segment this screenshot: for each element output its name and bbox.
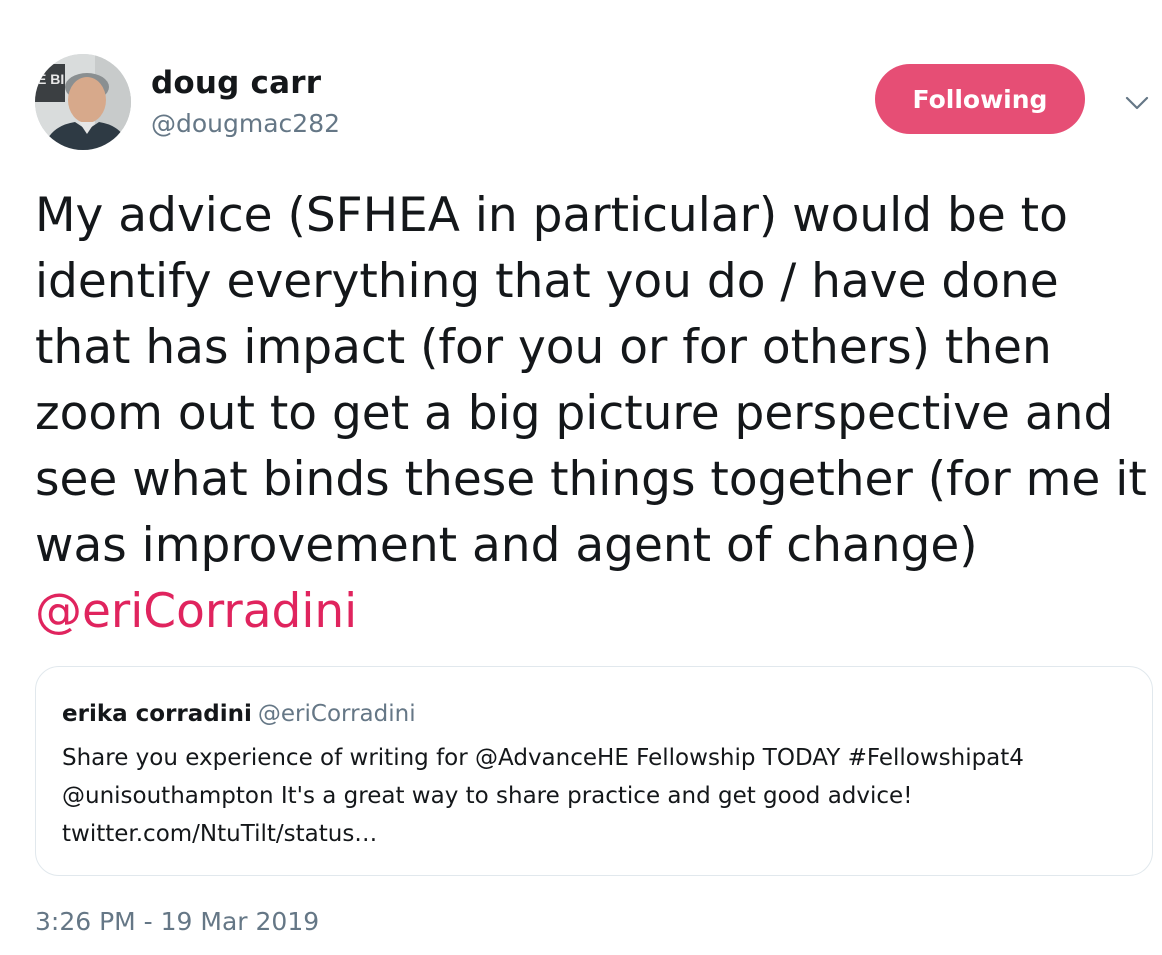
avatar[interactable]: E BI [35, 54, 131, 150]
avatar-sign-text: E BI [37, 71, 64, 87]
quoted-tweet-author-handle: @eriCorradini [257, 701, 416, 727]
quoted-tweet-line: @unisouthampton It's a great way to shar… [62, 783, 913, 809]
tweet-mention-link[interactable]: @eriCorradini [35, 584, 357, 639]
chevron-down-icon[interactable] [1122, 88, 1152, 118]
display-name[interactable]: doug carr [151, 64, 321, 102]
tweet-text: My advice (SFHEA in particular) would be… [35, 183, 1157, 645]
quoted-tweet-text: Share you experience of writing for @Adv… [62, 739, 1132, 853]
quoted-tweet-link: twitter.com/NtuTilt/status… [62, 821, 378, 847]
tweet-body-text: My advice (SFHEA in particular) would be… [35, 188, 1147, 573]
following-button[interactable]: Following [875, 64, 1085, 134]
quoted-tweet-card[interactable]: erika corradini @eriCorradini Share you e… [35, 666, 1153, 876]
quoted-tweet-author-name: erika corradini [62, 701, 252, 727]
tweet-timestamp[interactable]: 3:26 PM - 19 Mar 2019 [35, 905, 319, 939]
avatar-photo: E BI [35, 54, 131, 150]
user-handle[interactable]: @dougmac282 [151, 108, 340, 140]
quoted-tweet-line: Share you experience of writing for @Adv… [62, 745, 1024, 771]
quoted-tweet-header: erika corradini @eriCorradini [62, 699, 416, 729]
